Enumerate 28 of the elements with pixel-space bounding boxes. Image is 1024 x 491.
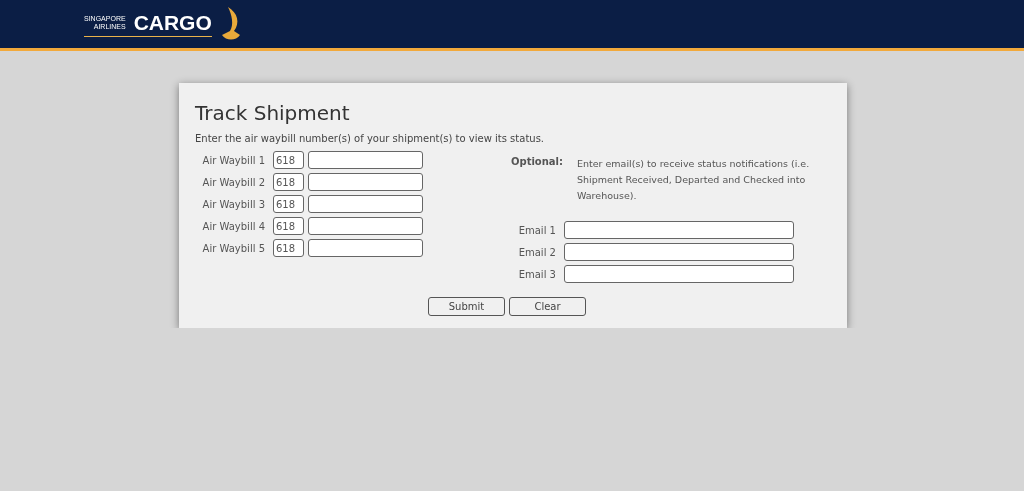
prefix-field[interactable]: 618 (273, 173, 304, 191)
optional-label: Optional: (510, 156, 563, 169)
intro-text: Enter the air waybill number(s) of your shipment(s) to view its status. (195, 133, 546, 144)
waybill-field[interactable] (308, 173, 423, 191)
waybill-field[interactable] (308, 151, 423, 169)
field-label: Air Waybill 3 (201, 198, 266, 210)
logo-wordmark: CARGO (133, 11, 212, 34)
field-label: Air Waybill 1 (201, 154, 266, 166)
prefix-field[interactable]: 618 (273, 239, 304, 257)
clear-button[interactable]: Clear (509, 297, 586, 316)
form-title: Track Shipment (195, 101, 351, 125)
field-label: Email 3 (517, 268, 557, 280)
optional-note: Enter email(s) to receive status notifications (i.e. Shipment Received, Departed and Checked into Warehouse). (577, 157, 811, 203)
email-field[interactable] (563, 221, 794, 239)
field-label: Email 2 (517, 246, 557, 258)
submit-button[interactable]: Submit (428, 297, 505, 316)
prefix-field[interactable]: 618 (273, 217, 304, 235)
prefix-field[interactable]: 618 (273, 195, 304, 213)
field-label: Air Waybill 2 (201, 176, 266, 188)
email-field[interactable] (563, 265, 794, 283)
field-label: Air Waybill 4 (201, 220, 266, 232)
email-field[interactable] (563, 243, 794, 261)
field-label: Email 1 (517, 224, 557, 236)
waybill-field[interactable] (308, 195, 423, 213)
prefix-field[interactable]: 618 (273, 151, 304, 169)
field-label: Air Waybill 5 (201, 242, 266, 254)
waybill-field[interactable] (308, 217, 423, 235)
waybill-field[interactable] (308, 239, 423, 257)
